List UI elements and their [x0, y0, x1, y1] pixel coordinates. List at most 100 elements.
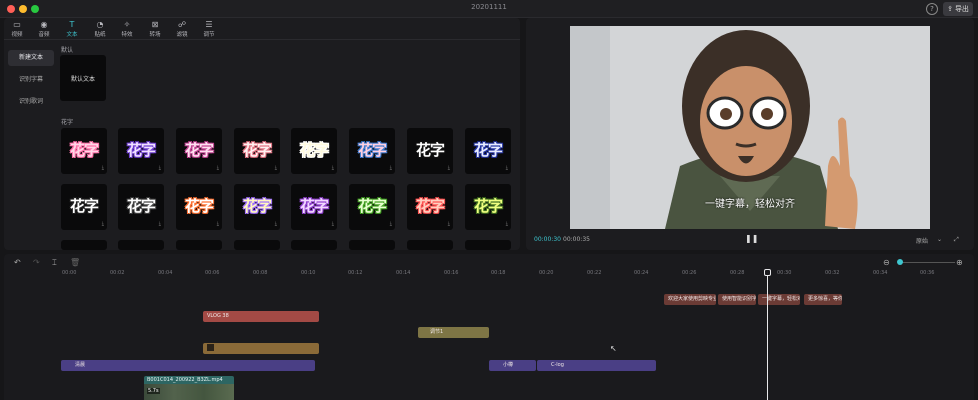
- ruler-tick: 00:24: [634, 270, 649, 276]
- huazi-preview-text: 花字: [242, 141, 272, 159]
- zoom-in-icon[interactable]: ⊕: [956, 258, 963, 267]
- playhead-handle[interactable]: [764, 269, 771, 276]
- default-text-tile[interactable]: 默认文本: [60, 55, 106, 101]
- tab-effects[interactable]: ✧ 特效: [115, 20, 139, 38]
- huazi-tile[interactable]: [465, 240, 511, 250]
- huazi-tile[interactable]: 花字 ⤓: [407, 184, 453, 230]
- undo-icon[interactable]: ↶: [14, 258, 21, 267]
- huazi-tile[interactable]: 花字 ⤓: [407, 128, 453, 174]
- download-icon[interactable]: ⤓: [332, 221, 334, 227]
- zoom-out-icon[interactable]: ⊖: [883, 258, 890, 267]
- download-icon[interactable]: ⤓: [390, 221, 392, 227]
- total-time: 00:00:35: [563, 236, 590, 243]
- download-icon[interactable]: ⤓: [102, 221, 104, 227]
- title-bar: 20201111 ? ⇪ 导出: [0, 0, 978, 18]
- effects-icon: ✧: [123, 20, 131, 29]
- huazi-tile[interactable]: [291, 240, 337, 250]
- pause-icon[interactable]: ❚❚: [745, 234, 758, 243]
- sticker-icon: ◔: [96, 20, 104, 29]
- huazi-tile[interactable]: 花字 ⤓: [118, 128, 164, 174]
- tab-transition[interactable]: ⊠ 转场: [143, 20, 167, 38]
- download-icon[interactable]: ⤓: [275, 165, 277, 171]
- huazi-tile[interactable]: 花字 ⤓: [61, 184, 107, 230]
- huazi-tile[interactable]: [407, 240, 453, 250]
- sticker-clip[interactable]: [203, 343, 319, 354]
- redo-icon[interactable]: ↷: [33, 258, 40, 267]
- filter-clip[interactable]: 小樽: [489, 360, 536, 371]
- tab-video[interactable]: ▭ 视频: [5, 20, 29, 38]
- ruler-tick: 00:30: [777, 270, 792, 276]
- huazi-tile[interactable]: 花字 ⤓: [465, 128, 511, 174]
- help-icon[interactable]: ?: [926, 3, 938, 15]
- huazi-tile[interactable]: 花字 ⤓: [465, 184, 511, 230]
- delete-icon[interactable]: 🗑: [70, 258, 80, 267]
- tab-text[interactable]: T 文本: [60, 20, 84, 38]
- tab-adjust[interactable]: ☰ 调节: [197, 20, 221, 38]
- huazi-tile[interactable]: 花字 ⤓: [234, 184, 280, 230]
- download-icon[interactable]: ⤓: [275, 221, 277, 227]
- timeline-panel: ↶ ↷ ⌶ 🗑 ⊖ ⊕ 00:00 00:02 00:04 00:06 00:0…: [4, 254, 974, 400]
- export-button[interactable]: ⇪ 导出: [943, 2, 973, 16]
- huazi-preview-text: 花字: [184, 141, 214, 159]
- download-icon[interactable]: ⤓: [506, 165, 508, 171]
- download-icon[interactable]: ⤓: [390, 165, 392, 171]
- time-ruler[interactable]: 00:00 00:02 00:04 00:06 00:08 00:10 00:1…: [4, 268, 974, 280]
- ruler-tick: 00:26: [682, 270, 697, 276]
- huazi-tile[interactable]: [234, 240, 280, 250]
- zoom-slider[interactable]: [900, 262, 955, 263]
- download-icon[interactable]: ⤓: [159, 221, 161, 227]
- adjust-clip[interactable]: 调节1: [418, 327, 489, 338]
- caption-clip[interactable]: 更多惊喜，等你来发现: [804, 294, 842, 305]
- huazi-preview-text: 花字: [126, 141, 156, 159]
- tab-label: 转场: [149, 32, 161, 38]
- download-icon[interactable]: ⤓: [159, 165, 161, 171]
- huazi-tile[interactable]: 花字 ⤓: [291, 128, 337, 174]
- ratio-select[interactable]: 原始: [916, 236, 928, 245]
- media-panel: ▭ 视频 ◉ 音频 T 文本 ◔ 贴纸 ✧ 特效 ⊠ 转场 ☍ 滤镜 ☰ 调节 新建文本 识别字…: [4, 18, 520, 250]
- huazi-tile[interactable]: [118, 240, 164, 250]
- ruler-tick: 00:00: [62, 270, 77, 276]
- playhead[interactable]: [767, 272, 768, 400]
- caption-clip[interactable]: 一键字幕，轻松对齐: [758, 294, 800, 305]
- sidebar-item-auto-captions[interactable]: 识别字幕: [8, 72, 54, 88]
- video-clip[interactable]: B001C014_200922_B3ZL.mp4 5.7s: [144, 376, 234, 400]
- huazi-tile[interactable]: 花字 ⤓: [349, 128, 395, 174]
- filter-clip[interactable]: 清晨: [61, 360, 315, 371]
- fullscreen-icon[interactable]: ⤢: [954, 236, 959, 244]
- sidebar-item-auto-lyrics[interactable]: 识别歌词: [8, 94, 54, 110]
- huazi-tile[interactable]: 花字 ⤓: [291, 184, 337, 230]
- download-icon[interactable]: ⤓: [332, 165, 334, 171]
- filter-clip[interactable]: C-log: [537, 360, 656, 371]
- ruler-tick: 00:28: [730, 270, 745, 276]
- download-icon[interactable]: ⤓: [102, 165, 104, 171]
- huazi-tile[interactable]: [176, 240, 222, 250]
- sidebar-item-new-text[interactable]: 新建文本: [8, 50, 54, 66]
- huazi-tile[interactable]: 花字 ⤓: [118, 184, 164, 230]
- huazi-tile[interactable]: [61, 240, 107, 250]
- tab-filter[interactable]: ☍ 滤镜: [170, 20, 194, 38]
- download-icon[interactable]: ⤓: [448, 165, 450, 171]
- huazi-tile[interactable]: 花字 ⤓: [234, 128, 280, 174]
- text-clip-vlog[interactable]: VLOG 38: [203, 311, 319, 322]
- video-preview[interactable]: 一键字幕，轻松对齐: [570, 26, 930, 229]
- download-icon[interactable]: ⤓: [506, 221, 508, 227]
- huazi-tile[interactable]: [349, 240, 395, 250]
- split-icon[interactable]: ⌶: [52, 258, 57, 268]
- zoom-slider-handle[interactable]: [897, 259, 903, 265]
- huazi-tile[interactable]: 花字 ⤓: [176, 128, 222, 174]
- tab-label: 贴纸: [94, 32, 106, 38]
- transition-icon: ⊠: [151, 20, 159, 29]
- huazi-tile[interactable]: 花字 ⤓: [349, 184, 395, 230]
- download-icon[interactable]: ⤓: [448, 221, 450, 227]
- caption-clip[interactable]: 使用智能识别字幕: [718, 294, 756, 305]
- chevron-down-icon[interactable]: ⌄: [937, 236, 942, 243]
- export-label: 导出: [954, 5, 969, 13]
- caption-clip[interactable]: 欢迎大家使用剪映专业版: [664, 294, 716, 305]
- tab-sticker[interactable]: ◔ 贴纸: [88, 20, 112, 38]
- download-icon[interactable]: ⤓: [217, 221, 219, 227]
- download-icon[interactable]: ⤓: [217, 165, 219, 171]
- huazi-tile[interactable]: 花字 ⤓: [176, 184, 222, 230]
- export-icon: ⇪: [947, 5, 953, 13]
- tab-audio[interactable]: ◉ 音频: [32, 20, 56, 38]
- huazi-tile[interactable]: 花字 ⤓: [61, 128, 107, 174]
